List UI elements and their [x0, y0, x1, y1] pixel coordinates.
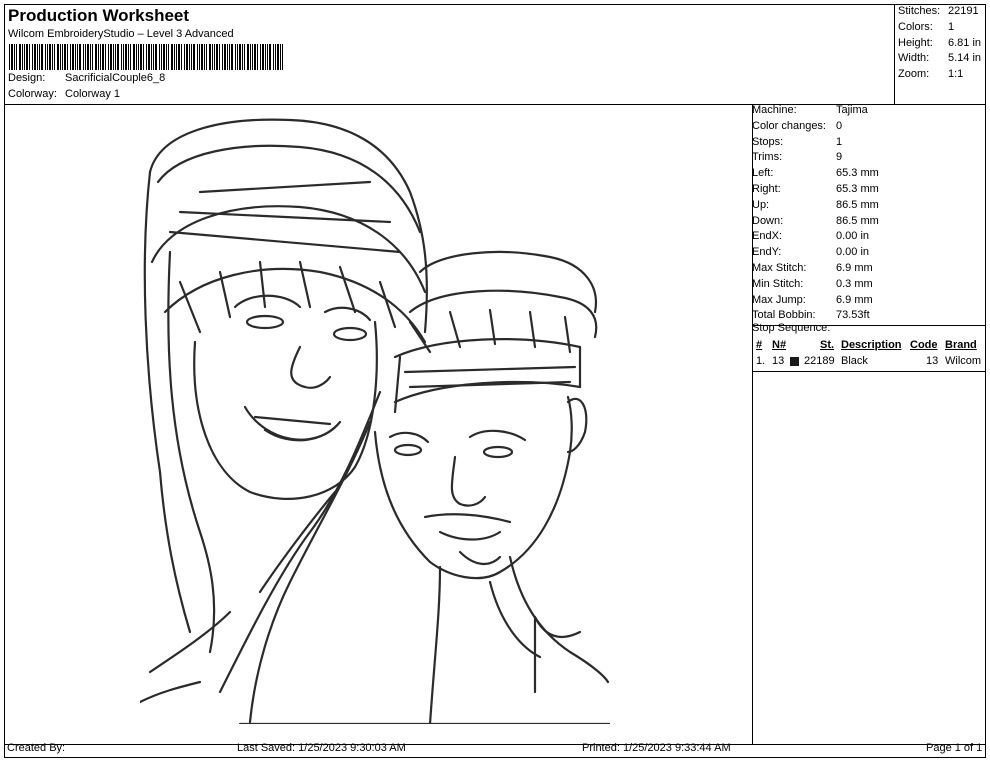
row-needle: 13 — [772, 355, 785, 367]
col-num: # — [756, 339, 763, 351]
info-label: Up: — [752, 198, 770, 211]
summary-width: Width: 5.14 in — [898, 52, 982, 64]
info-label: Left: — [752, 167, 774, 180]
info-row: Color changes: 0 — [752, 119, 842, 132]
printed-date: Printed: 1/25/2023 9:33:44 AM — [582, 742, 731, 754]
info-value: 9 — [836, 151, 843, 164]
barcode-icon — [9, 44, 283, 70]
stop-table-bottom — [752, 371, 986, 372]
info-value: 0.00 in — [836, 230, 870, 243]
summary-box: Stitches: 22191 Colors: 1 Height: 6.81 in W… — [894, 4, 986, 104]
design-label: Design: — [8, 72, 46, 84]
info-row: Up: 86.5 mm — [752, 198, 879, 211]
colorway-value: Colorway 1 — [65, 88, 121, 100]
page-number: Page 1 of 1 — [926, 742, 983, 754]
info-value: 65.3 mm — [836, 183, 879, 195]
info-row: Down: 86.5 mm — [752, 214, 879, 227]
summary-colors: Colors: 1 — [898, 21, 955, 33]
info-value: 0.3 mm — [836, 277, 873, 290]
row-num: 1. — [756, 355, 766, 367]
design-preview-image — [140, 118, 610, 724]
col-stitches: St. — [820, 339, 835, 351]
info-row: EndY: 0.00 in — [752, 246, 869, 259]
col-code: Code — [910, 339, 938, 351]
info-row: Left: 65.3 mm — [752, 167, 879, 180]
footer-divider — [4, 744, 986, 745]
col-needle: N# — [772, 339, 787, 351]
last-saved: Last Saved: 1/25/2023 9:30:03 AM — [237, 742, 406, 754]
info-label: Stops: — [752, 135, 784, 148]
info-row: Min Stitch: 0.3 mm — [752, 277, 873, 290]
info-label: Max Stitch: — [752, 262, 807, 274]
info-value: 65.3 mm — [836, 167, 879, 180]
info-label: EndY: — [752, 246, 782, 259]
summary-zoom: Zoom: 1:1 — [898, 68, 964, 80]
info-row: Max Stitch: 6.9 mm — [752, 262, 873, 274]
row-description: Black — [841, 355, 868, 367]
info-row: Total Bobbin: 73.53ft — [752, 309, 870, 322]
info-value: 86.5 mm — [836, 198, 879, 211]
info-row: Right: 65.3 mm — [752, 183, 879, 195]
info-value: 86.5 mm — [836, 214, 879, 227]
colorway-label: Colorway: — [8, 88, 57, 100]
info-value: 0 — [836, 119, 843, 132]
info-label: Max Jump: — [752, 293, 806, 306]
info-value: 6.9 mm — [836, 262, 873, 274]
summary-height: Height: 6.81 in — [898, 37, 982, 49]
info-label: Down: — [752, 214, 784, 227]
info-value: Tajima — [836, 104, 868, 116]
info-label: EndX: — [752, 230, 782, 243]
row-code: 13 — [926, 355, 939, 367]
page-title: Production Worksheet — [8, 6, 190, 25]
colorway-row: Colorway: Colorway 1 — [8, 88, 120, 100]
info-value: 73.53ft — [836, 309, 870, 322]
row-brand: Wilcom — [945, 355, 982, 367]
row-stitches: 22189 — [804, 355, 835, 367]
info-value: 0.00 in — [836, 246, 870, 259]
design-row: Design: SacrificialCouple6_8 — [8, 72, 165, 84]
summary-stitches: Stitches: 22191 — [898, 5, 979, 17]
col-description: Description — [841, 339, 902, 351]
stop-sequence-title: Stop Sequence: — [752, 322, 831, 334]
info-label: Color changes: — [752, 119, 826, 132]
created-by: Created By: — [7, 742, 66, 754]
col-brand: Brand — [945, 339, 977, 351]
info-label: Min Stitch: — [752, 277, 804, 290]
info-row: EndX: 0.00 in — [752, 230, 869, 243]
info-row: Machine: Tajima — [752, 104, 868, 116]
info-label: Machine: — [752, 104, 797, 116]
info-row: Stops: 1 — [752, 135, 842, 148]
color-swatch — [790, 357, 799, 366]
info-label: Trims: — [752, 151, 783, 164]
info-label: Right: — [752, 183, 781, 195]
info-row: Max Jump: 6.9 mm — [752, 293, 873, 306]
info-value: 1 — [836, 135, 843, 148]
software-name: Wilcom EmbroideryStudio – Level 3 Advanc… — [8, 28, 234, 40]
info-label: Total Bobbin: — [752, 309, 816, 322]
info-row: Trims: 9 — [752, 151, 842, 164]
worksheet-header: Production Worksheet Wilcom EmbroiderySt… — [4, 4, 894, 104]
design-value: SacrificialCouple6_8 — [65, 72, 166, 84]
info-value: 6.9 mm — [836, 293, 873, 306]
